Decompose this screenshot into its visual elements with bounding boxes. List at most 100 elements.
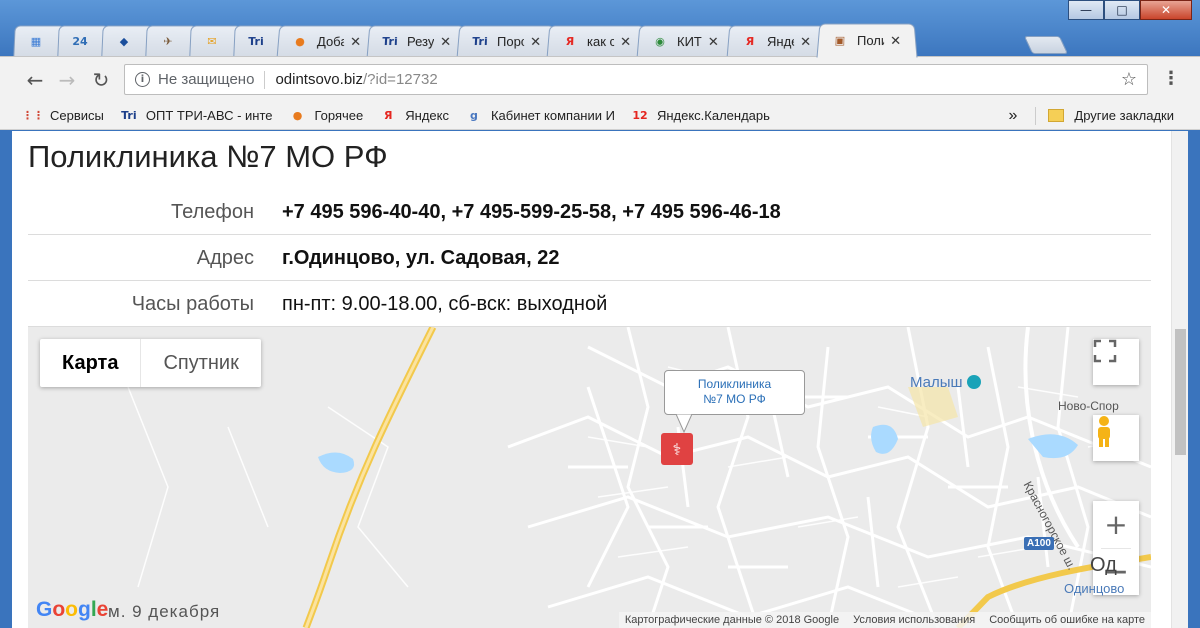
bookmark-label: Кабинет компании И — [490, 108, 615, 123]
g-icon: g — [470, 109, 478, 122]
tab-label: Доба — [316, 34, 345, 50]
bookmark-item[interactable]: Я Яндекс — [379, 107, 449, 125]
map-type-map-button[interactable]: Карта — [40, 339, 142, 387]
forward-arrow-icon[interactable]: → — [54, 67, 80, 93]
yandex-icon: Я — [565, 35, 575, 49]
kit-icon: ◉ — [654, 35, 666, 49]
minimize-button[interactable]: — — [1068, 0, 1104, 20]
road-novo-label: Ново-Спор — [1058, 399, 1119, 413]
other-bookmarks[interactable]: Другие закладки — [1074, 108, 1174, 123]
poi-malysh-label: Малыш — [910, 374, 963, 391]
info-row-key: Часы работы — [131, 293, 254, 315]
tab-close-icon[interactable]: ✕ — [530, 34, 542, 50]
menu-dots-icon[interactable]: ⋮ — [1162, 68, 1180, 89]
page-title: Поликлиника №7 МО РФ — [28, 139, 388, 174]
pegman-icon[interactable] — [1093, 415, 1139, 461]
calendar-icon: ▦ — [30, 35, 42, 49]
fullscreen-icon[interactable] — [1093, 339, 1139, 385]
info-row: Телефон +7 495 596-40-40, +7 495-599-25-5… — [28, 189, 1151, 235]
triabc-icon: Tri — [248, 35, 264, 49]
tab-10[interactable]: ◉ КИТ ✕ — [636, 25, 738, 58]
tab-9[interactable]: Якак с ✕ — [546, 25, 648, 58]
google-logo[interactable]: Google — [36, 598, 108, 622]
tab-close-icon[interactable]: ✕ — [440, 34, 452, 50]
tab-8[interactable]: Tri Порс ✕ — [456, 25, 558, 58]
tab-close-icon[interactable]: ✕ — [350, 34, 362, 50]
reload-icon[interactable]: ↻ — [88, 67, 114, 93]
google-logo-letter: o — [65, 598, 78, 621]
url-path[interactable]: /?id=12732 — [363, 71, 438, 88]
tab-6[interactable]: ● Доба ✕ — [276, 25, 378, 58]
marker-info-window: Поликлиника №7 МО РФ — [664, 370, 805, 415]
info-row-value: пн-пт: 9.00-18.00, сб-вск: выходной — [282, 293, 608, 315]
medical-marker-icon[interactable]: ⚕ — [661, 433, 693, 465]
zoom-in-button[interactable]: + — [1104, 502, 1127, 548]
terms-link[interactable]: Условия использования — [853, 614, 975, 626]
map-attribution: Картографические данные © 2018 Google Ус… — [618, 612, 1151, 628]
poi-pin-icon — [966, 375, 981, 389]
divider — [1035, 106, 1037, 125]
tab-label: Резул — [406, 34, 435, 50]
bookmark-item[interactable]: 12 Яндекс.Календарь — [631, 107, 770, 125]
bookmark-item[interactable]: ● Горячее — [289, 107, 364, 125]
close-window-button[interactable]: ✕ — [1140, 0, 1192, 20]
bookmark-label: Сервисы — [50, 108, 104, 123]
maximize-button[interactable]: □ — [1104, 0, 1140, 20]
yandex-icon: Я — [384, 109, 393, 122]
bookmark-item[interactable]: g Кабинет компании И — [465, 107, 615, 125]
tab-label: Поли — [856, 33, 885, 49]
info-row-value: г.Одинцово, ул. Садовая, 22 — [282, 247, 560, 269]
info-window-pointer — [676, 414, 692, 434]
tab-label: Порс — [496, 34, 525, 50]
info-row: Часы работы пн-пт: 9.00-18.00, сб-вск: вы… — [28, 281, 1151, 327]
triabc-icon: Tri — [381, 35, 398, 49]
marker-info-line2: №7 МО РФ — [703, 392, 766, 406]
24-icon: 24 — [72, 35, 88, 49]
triabc-icon: Tri — [121, 109, 137, 122]
divider — [264, 70, 266, 89]
city-label-short: Од — [1090, 554, 1117, 576]
tab-11[interactable]: Я Янде ✕ — [726, 25, 828, 58]
bookmarks-bar: ⋮⋮ Сервисы Tri ОПТ ТРИ-АВС - инте ● Горячее Я Я… — [0, 102, 1200, 130]
apps-grid-icon: ⋮⋮ — [22, 109, 44, 122]
report-error-link[interactable]: Сообщить об ошибке на карте — [989, 614, 1145, 626]
google-logo-letter: G — [36, 598, 53, 621]
scrollbar[interactable] — [1171, 131, 1188, 628]
bookmark-item[interactable]: Tri ОПТ ТРИ-АВС - инте — [120, 107, 273, 125]
google-logo-letter: e — [96, 598, 109, 621]
google-logo-letter: g — [78, 598, 91, 621]
triabc-icon: Tri — [471, 35, 488, 49]
window-controls: — □ ✕ — [1068, 0, 1192, 20]
map-type-satellite-button[interactable]: Спутник — [141, 339, 260, 387]
tab-close-icon[interactable]: ✕ — [708, 34, 720, 50]
back-arrow-icon[interactable]: ← — [22, 67, 48, 93]
url-host[interactable]: odintsovo.biz — [275, 71, 363, 88]
map[interactable]: Карта Спутник + — Поликлиника №7 МО РФ ⚕… — [28, 327, 1151, 628]
address-bar[interactable]: i Не защищено odintsovo.biz/?id=12732 ☆ — [124, 64, 1148, 95]
info-row-key: Телефон — [171, 201, 254, 223]
bookmark-star-icon[interactable]: ☆ — [1121, 69, 1137, 90]
scrollbar-thumb[interactable] — [1175, 329, 1186, 455]
bookmarks-overflow-button[interactable]: » — [1008, 107, 1017, 125]
security-status[interactable]: Не защищено — [158, 71, 254, 88]
tab-close-icon[interactable]: ✕ — [800, 34, 812, 50]
mail-icon: ✉ — [207, 35, 217, 49]
info-icon[interactable]: i — [135, 72, 150, 87]
tab-12[interactable]: ▣ Поли ✕ — [816, 23, 918, 58]
bird-icon: ✈ — [163, 35, 173, 49]
tab-7[interactable]: Tri Резул ✕ — [366, 25, 468, 58]
google-logo-letter: o — [52, 598, 66, 621]
info-row-key: Адрес — [196, 247, 254, 269]
bookmark-label: ОПТ ТРИ-АВС - инте — [145, 108, 273, 123]
poi-malysh[interactable]: Малыш — [910, 374, 981, 391]
tab-strip: ▦ 24 ◆ ✈ ✉ Tri ● Доба ✕ Tri Резул ✕ Tri Порс ✕ Якак с ✕ ◉… — [13, 22, 918, 58]
bookmark-item[interactable]: ⋮⋮ Сервисы — [22, 107, 104, 125]
marker-info-line1: Поликлиника — [697, 377, 772, 391]
tab-label: как с — [586, 34, 615, 50]
tab-close-icon[interactable]: ✕ — [620, 34, 632, 50]
briefcase-icon: ▣ — [834, 34, 846, 48]
road-badge-a100: A100 — [1024, 537, 1054, 550]
tab-close-icon[interactable]: ✕ — [890, 33, 902, 49]
folder-icon — [1048, 109, 1065, 122]
bookmark-label: Яндекс — [405, 108, 449, 123]
